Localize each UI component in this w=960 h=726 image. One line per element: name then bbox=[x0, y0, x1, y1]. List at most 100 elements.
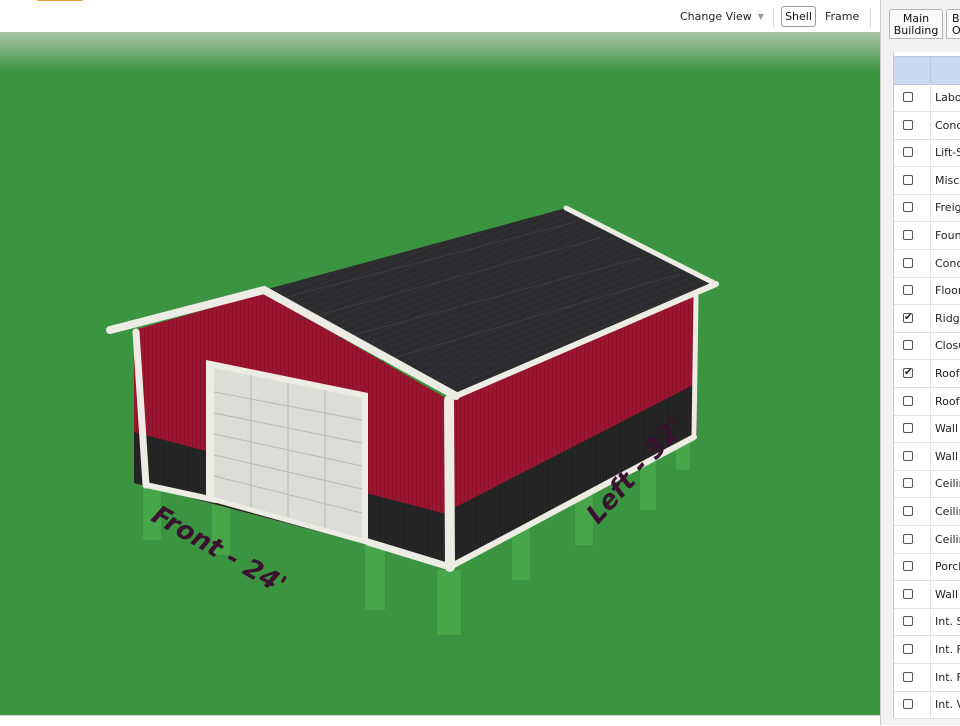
frame-button[interactable]: Frame bbox=[825, 10, 859, 23]
table-row[interactable]: Floor bbox=[894, 276, 960, 306]
column-divider bbox=[930, 607, 931, 636]
checkbox[interactable] bbox=[903, 506, 913, 516]
table-row[interactable]: Conc bbox=[894, 110, 960, 140]
checkbox[interactable] bbox=[903, 616, 913, 627]
option-name: Wall bbox=[935, 587, 959, 601]
table-row[interactable]: Closu bbox=[894, 331, 960, 361]
checkbox[interactable] bbox=[903, 450, 913, 461]
table-row[interactable]: Wall bbox=[894, 441, 960, 471]
table-row[interactable]: Wall bbox=[894, 414, 960, 444]
checkbox[interactable] bbox=[903, 699, 913, 710]
option-name: Misc. bbox=[935, 173, 960, 187]
table-header bbox=[894, 56, 960, 85]
table-row[interactable]: ✔ Ridge bbox=[894, 303, 960, 333]
checkbox[interactable] bbox=[903, 561, 913, 572]
column-divider bbox=[930, 579, 931, 608]
column-divider bbox=[930, 303, 931, 332]
checkbox[interactable] bbox=[903, 257, 913, 268]
column-divider bbox=[930, 193, 931, 222]
table-row[interactable]: Int. S bbox=[894, 607, 960, 637]
table-row[interactable]: Porch bbox=[894, 552, 960, 582]
table-row[interactable]: Roof bbox=[894, 386, 960, 416]
option-name: Wall bbox=[935, 449, 959, 463]
table-row[interactable]: Ceilin bbox=[894, 469, 960, 499]
option-name: Conc bbox=[935, 256, 960, 270]
column-divider bbox=[930, 552, 931, 581]
tab-main-building[interactable]: Main Building bbox=[889, 9, 943, 39]
column-divider bbox=[930, 414, 931, 443]
option-name: Porch bbox=[935, 560, 960, 574]
column-divider bbox=[930, 497, 931, 525]
tab-label: Building bbox=[893, 24, 939, 37]
checkbox-checked[interactable]: ✔ bbox=[903, 312, 913, 323]
post bbox=[365, 545, 385, 610]
table-row[interactable]: Freig bbox=[894, 193, 960, 223]
column-divider bbox=[930, 221, 931, 249]
checkbox[interactable] bbox=[903, 202, 913, 213]
corner-trim bbox=[691, 293, 699, 440]
checkbox[interactable] bbox=[903, 478, 913, 489]
table-row[interactable]: Found bbox=[894, 221, 960, 250]
building-model: Front - 24' Left - 32' bbox=[106, 205, 719, 635]
column-divider bbox=[930, 138, 931, 167]
column-divider bbox=[930, 441, 931, 470]
checkbox-checked[interactable]: ✔ bbox=[903, 368, 913, 378]
column-divider bbox=[930, 276, 931, 305]
toolbar-divider bbox=[773, 8, 774, 28]
table-row[interactable]: Int. F bbox=[894, 662, 960, 692]
column-divider bbox=[930, 110, 931, 139]
options-table: Labor Conc Lift-S Misc. Freig Found Conc Floor ✔… bbox=[893, 52, 960, 720]
option-name: Ridge bbox=[935, 311, 960, 325]
table-row[interactable]: Conc bbox=[894, 248, 960, 278]
checkbox[interactable] bbox=[903, 92, 913, 102]
column-divider bbox=[930, 469, 931, 498]
tab-label: O bbox=[952, 24, 960, 37]
table-row[interactable]: Int. V bbox=[894, 690, 960, 720]
table-row[interactable]: Lift-S bbox=[894, 138, 960, 168]
option-name: Found bbox=[935, 229, 960, 242]
option-name: Roof bbox=[935, 394, 960, 408]
checkbox[interactable] bbox=[903, 533, 913, 544]
options-panel: Main Building Bu O Labor Conc Lift-S Misc. F… bbox=[880, 0, 960, 725]
table-row[interactable]: Ceilin bbox=[894, 524, 960, 554]
column-divider bbox=[930, 331, 931, 360]
building-3d-viewport[interactable]: Front - 24' Left - 32' bbox=[0, 32, 882, 715]
option-name: Lift-S bbox=[935, 146, 960, 160]
checkbox[interactable] bbox=[903, 588, 913, 599]
column-divider bbox=[930, 386, 931, 415]
table-row[interactable]: Ceilin bbox=[894, 497, 960, 526]
change-view-dropdown[interactable]: Change View ▼ bbox=[680, 10, 764, 23]
change-view-label: Change View bbox=[680, 10, 752, 23]
shell-button[interactable]: Shell bbox=[781, 6, 816, 27]
tab-building-options[interactable]: Bu O bbox=[946, 9, 960, 39]
corner-trim bbox=[444, 395, 455, 572]
column-divider bbox=[930, 165, 931, 194]
table-row[interactable]: ✔ Roof bbox=[894, 359, 960, 388]
toolbar: Change View ▼ Shell Frame bbox=[0, 0, 880, 32]
checkbox[interactable] bbox=[903, 119, 913, 130]
table-row[interactable]: Labor bbox=[894, 83, 960, 112]
table-row[interactable]: Wall bbox=[894, 579, 960, 609]
option-name: Ceilin bbox=[935, 532, 960, 546]
option-name: Labor bbox=[935, 91, 960, 104]
orange-tab[interactable] bbox=[34, 0, 86, 1]
checkbox[interactable] bbox=[903, 147, 913, 158]
checkbox[interactable] bbox=[903, 230, 913, 240]
column-divider bbox=[930, 359, 931, 387]
table-row[interactable]: Int. F bbox=[894, 635, 960, 664]
option-name: Int. F bbox=[935, 643, 960, 656]
checkbox[interactable] bbox=[903, 423, 913, 434]
post bbox=[437, 570, 461, 635]
checkbox[interactable] bbox=[903, 644, 913, 654]
checkbox[interactable] bbox=[903, 285, 913, 296]
table-row[interactable]: Misc. bbox=[894, 165, 960, 195]
column-divider bbox=[930, 662, 931, 691]
checkbox[interactable] bbox=[903, 395, 913, 406]
column-divider bbox=[930, 83, 931, 111]
option-name: Conc bbox=[935, 118, 960, 132]
option-name: Ceilin bbox=[935, 477, 960, 491]
checkbox[interactable] bbox=[903, 174, 913, 185]
checkbox[interactable] bbox=[903, 340, 913, 351]
checkbox[interactable] bbox=[903, 671, 913, 682]
bottom-strip bbox=[0, 715, 882, 726]
